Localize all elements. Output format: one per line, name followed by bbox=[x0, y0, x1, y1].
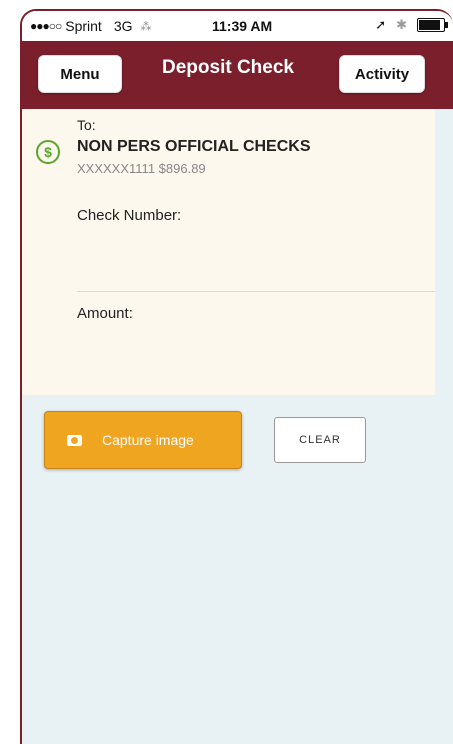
bluetooth-icon: ✱ bbox=[396, 17, 407, 32]
check-number-label: Check Number: bbox=[77, 207, 182, 224]
page-title: Deposit Check bbox=[162, 57, 294, 78]
camera-icon bbox=[67, 434, 82, 446]
activity-spinner-icon: ⁂ bbox=[140, 20, 152, 33]
activity-button[interactable]: Activity bbox=[339, 55, 425, 93]
battery-icon bbox=[417, 18, 448, 32]
phone-screen: ●●●○○ Sprint 3G ⁂ 11:39 AM ➚ ✱ Menu Depo… bbox=[20, 9, 453, 744]
check-number-field[interactable] bbox=[77, 229, 421, 271]
status-bar: ●●●○○ Sprint 3G ⁂ 11:39 AM ➚ ✱ bbox=[22, 11, 453, 42]
location-arrow-icon: ➚ bbox=[375, 17, 387, 32]
dollar-icon: $ bbox=[36, 140, 60, 164]
account-info: XXXXXX1111 $896.89 bbox=[77, 161, 206, 176]
payee-name[interactable]: NON PERS OFFICIAL CHECKS bbox=[77, 138, 311, 156]
amount-label: Amount: bbox=[77, 305, 133, 322]
clear-button[interactable]: CLEAR bbox=[274, 417, 366, 463]
amount-field[interactable] bbox=[77, 327, 421, 369]
navigation-bar: Menu Deposit Check Activity bbox=[22, 41, 453, 109]
menu-button[interactable]: Menu bbox=[38, 55, 122, 93]
divider bbox=[77, 291, 435, 292]
capture-image-button[interactable]: Capture image bbox=[44, 411, 242, 469]
signal-strength-icon: ●●●○○ bbox=[30, 19, 62, 33]
status-time: 11:39 AM bbox=[212, 18, 273, 34]
carrier-name: Sprint bbox=[65, 18, 102, 34]
to-label: To: bbox=[77, 117, 96, 133]
network-type: 3G bbox=[113, 18, 133, 34]
capture-image-label: Capture image bbox=[102, 432, 194, 448]
device-frame bbox=[0, 0, 20, 744]
deposit-form-card: To: $ NON PERS OFFICIAL CHECKS XXXXXX111… bbox=[22, 109, 435, 395]
